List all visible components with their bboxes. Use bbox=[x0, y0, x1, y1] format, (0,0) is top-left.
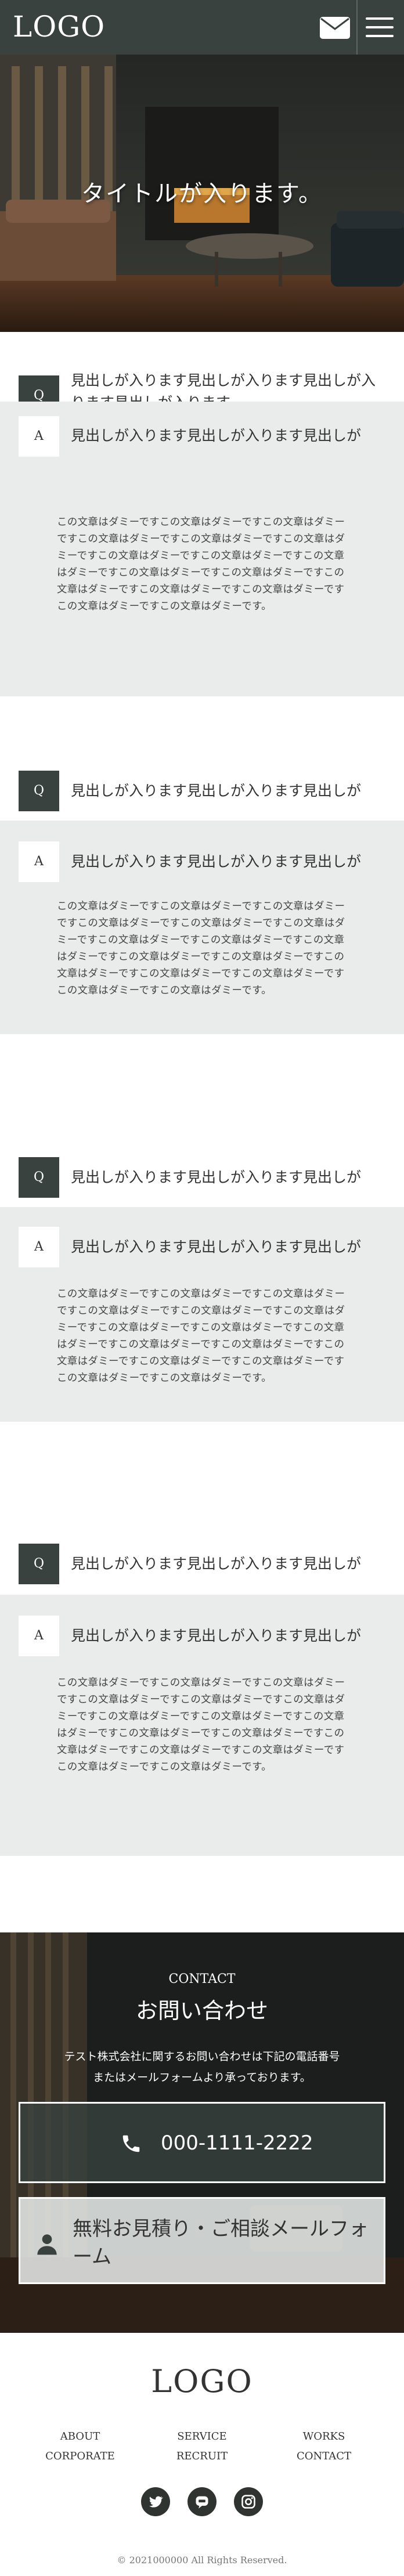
footer-link-works[interactable]: WORKS bbox=[277, 2430, 370, 2443]
envelope-icon bbox=[320, 17, 350, 39]
answer-badge: A bbox=[19, 1616, 59, 1656]
contact-lead-line: テスト株式会社に関するお問い合わせは下記の電話番号 bbox=[64, 2050, 340, 2063]
mail-button[interactable] bbox=[313, 0, 358, 55]
question-badge: Q bbox=[19, 1544, 59, 1584]
phone-icon bbox=[122, 2135, 140, 2152]
faq-question[interactable]: Q 見出しが入ります見出しが入ります見出しが bbox=[0, 1422, 404, 1595]
hero-section: タイトルが入ります。 bbox=[0, 55, 404, 332]
answer-heading: 見出しが入ります見出しが入ります見出しが bbox=[71, 853, 362, 870]
contact-section: CONTACT お問い合わせ テスト株式会社に関するお問い合わせは下記の電話番号… bbox=[0, 1932, 404, 2333]
answer-badge: A bbox=[19, 1227, 59, 1267]
faq-answer: A 見出しが入ります見出しが入ります見出しが この文章はダミーですこの文章はダミ… bbox=[0, 821, 404, 1034]
answer-heading: 見出しが入ります見出しが入ります見出しが bbox=[71, 1238, 362, 1255]
faq-question[interactable]: Q 見出しが入ります見出しが入ります見出しが bbox=[0, 1034, 404, 1207]
faq-answer: A 見出しが入ります見出しが入ります見出しが この文章はダミーですこの文章はダミ… bbox=[0, 402, 404, 696]
question-badge: Q bbox=[19, 771, 59, 811]
twitter-icon bbox=[149, 2496, 163, 2508]
copyright: © 2021000000 All Rights Reserved. bbox=[117, 2555, 287, 2566]
question-text: 見出しが入ります見出しが入ります見出しが bbox=[71, 1169, 362, 1186]
page: LOGO タイトルが入ります。 Q 見出しが入ります見出しが入ります見出しが入 … bbox=[0, 0, 404, 2576]
faq-question[interactable]: Q 見出しが入ります見出しが入ります見出しが入ります見出しが入ります bbox=[0, 332, 404, 416]
answer-heading: 見出しが入ります見出しが入ります見出しが bbox=[71, 427, 362, 444]
answer-badge: A bbox=[19, 416, 59, 457]
menu-bar-icon bbox=[366, 17, 394, 20]
line-icon bbox=[196, 2496, 208, 2509]
phone-number: 000-1111-2222 bbox=[161, 2131, 313, 2155]
faq-question[interactable]: Q 見出しが入ります見出しが入ります見出しが bbox=[0, 696, 404, 821]
answer-body: この文章はダミーですこの文章はダミーですこの文章はダミーですこの文章はダミーです… bbox=[57, 516, 345, 612]
footer-link-recruit[interactable]: RECRUIT bbox=[156, 2450, 248, 2462]
answer-body: この文章はダミーですこの文章はダミーですこの文章はダミーですこの文章はダミーです… bbox=[57, 1677, 345, 1773]
phone-button[interactable]: 000-1111-2222 bbox=[19, 2102, 385, 2183]
question-text: 見出しが入ります見出しが入ります見出しが bbox=[71, 782, 362, 799]
answer-body: この文章はダミーですこの文章はダミーですこの文章はダミーですこの文章はダミーです… bbox=[57, 901, 345, 996]
answer-badge: A bbox=[19, 841, 59, 882]
person-icon bbox=[37, 2234, 57, 2255]
question-badge: Q bbox=[19, 1157, 59, 1198]
mail-form-button[interactable]: 無料お見積り・ご相談メールフォーム bbox=[19, 2197, 385, 2284]
hamburger-menu-button[interactable] bbox=[358, 0, 404, 55]
instagram-link[interactable] bbox=[234, 2487, 263, 2516]
instagram-icon bbox=[241, 2495, 255, 2509]
twitter-link[interactable] bbox=[141, 2487, 170, 2516]
menu-bar-icon bbox=[366, 26, 394, 28]
site-footer: LOGO ABOUT SERVICE WORKS CORPORATE RECRU… bbox=[0, 2333, 404, 2576]
mail-form-label: 無料お見積り・ご相談メールフォーム bbox=[73, 2217, 369, 2268]
site-header: LOGO bbox=[0, 0, 404, 55]
footer-logo[interactable]: LOGO bbox=[0, 2363, 404, 2400]
contact-lead: テスト株式会社に関するお問い合わせは下記の電話番号 またはメールフォームより承っ… bbox=[0, 2046, 404, 2088]
footer-link-contact[interactable]: CONTACT bbox=[277, 2450, 370, 2462]
footer-link-service[interactable]: SERVICE bbox=[156, 2430, 248, 2443]
header-logo[interactable]: LOGO bbox=[13, 10, 105, 43]
answer-body: この文章はダミーですこの文章はダミーですこの文章はダミーですこの文章はダミーです… bbox=[57, 1288, 345, 1384]
footer-link-about[interactable]: ABOUT bbox=[34, 2430, 127, 2443]
contact-lead-line: またはメールフォームより承っております。 bbox=[93, 2071, 311, 2084]
faq-answer: A 見出しが入ります見出しが入ります見出しが この文章はダミーですこの文章はダミ… bbox=[0, 1595, 404, 1856]
answer-heading: 見出しが入ります見出しが入ります見出しが bbox=[71, 1627, 362, 1644]
faq-answer: A 見出しが入ります見出しが入ります見出しが この文章はダミーですこの文章はダミ… bbox=[0, 1207, 404, 1422]
hero-title: タイトルが入ります。 bbox=[81, 180, 323, 207]
footer-link-corporate[interactable]: CORPORATE bbox=[34, 2450, 127, 2462]
question-text: 見出しが入ります見出しが入ります見出しが bbox=[71, 1555, 362, 1572]
line-link[interactable] bbox=[187, 2487, 217, 2516]
menu-bar-icon bbox=[366, 35, 394, 37]
contact-subtitle: CONTACT bbox=[168, 1972, 236, 1986]
contact-title: お問い合わせ bbox=[135, 1998, 268, 2024]
